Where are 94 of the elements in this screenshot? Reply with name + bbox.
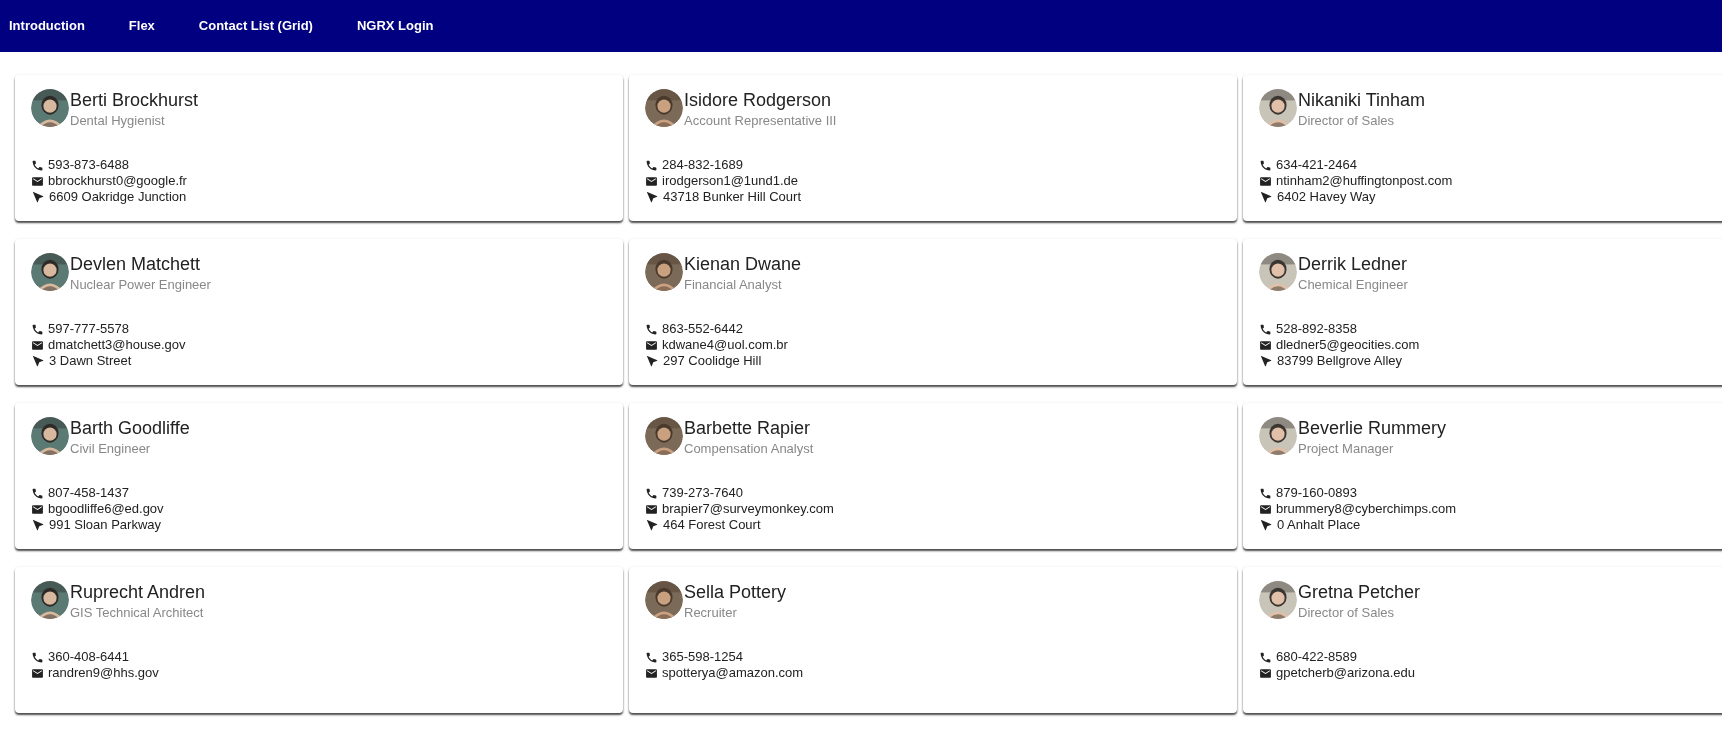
mail-icon	[645, 338, 658, 352]
phone-number: 284-832-1689	[662, 157, 743, 173]
email-address: gpetcherb@arizona.edu	[1276, 665, 1415, 681]
contact-name: Devlen Matchett	[70, 253, 202, 275]
job-title: Chemical Engineer	[1298, 276, 1408, 294]
contact-name: Ruprecht Andren	[70, 581, 206, 603]
contact-name: Beverlie Rummery	[1298, 417, 1447, 439]
arrow-icon	[31, 518, 45, 532]
contact-name: Kienan Dwane	[684, 253, 802, 275]
job-title: Compensation Analyst	[684, 440, 814, 458]
nav-link[interactable]: Introduction	[9, 16, 85, 36]
street-address: 6402 Havey Way	[1277, 189, 1376, 205]
mail-icon	[1259, 338, 1272, 352]
mail-icon	[1259, 502, 1272, 516]
job-title: Director of Sales	[1298, 112, 1396, 130]
mail-icon	[645, 666, 658, 680]
email-address: randren9@hhs.gov	[48, 665, 159, 681]
contact-name: Barth Goodliffe	[70, 417, 190, 439]
arrow-icon	[31, 354, 45, 368]
email-address: bbrockhurst0@google.fr	[48, 173, 187, 189]
street-address: 3 Dawn Street	[49, 353, 132, 369]
phone-icon	[1259, 486, 1272, 500]
email-address: dmatchett3@house.gov	[48, 337, 186, 353]
nav-link[interactable]: Flex	[128, 16, 155, 36]
phone-icon	[1259, 322, 1272, 336]
job-title: Director of Sales	[1298, 604, 1396, 622]
contact-name: Barbette Rapier	[684, 417, 812, 439]
phone-icon	[1259, 650, 1272, 664]
job-title: Financial Analyst	[684, 276, 783, 294]
street-address: 464 Forest Court	[663, 517, 761, 533]
email-address: spotterya@amazon.com	[662, 665, 804, 681]
job-title: Dental Hygienist	[70, 112, 166, 130]
email-address: brapier7@surveymonkey.com	[662, 501, 834, 517]
job-title: Recruiter	[684, 604, 738, 622]
nav-link[interactable]: Contact List (Grid)	[198, 16, 313, 36]
contact-name: Sella Pottery	[684, 581, 787, 603]
phone-icon	[31, 322, 44, 336]
email-address: irodgerson1@1und1.de	[662, 173, 799, 189]
job-title: GIS Technical Architect	[70, 604, 205, 622]
street-address: 83799 Bellgrove Alley	[1277, 353, 1403, 369]
job-title: Civil Engineer	[70, 440, 152, 458]
mail-icon	[1259, 666, 1272, 680]
mail-icon	[31, 666, 44, 680]
phone-icon	[31, 650, 44, 664]
mail-icon	[31, 338, 44, 352]
arrow-icon	[1259, 354, 1273, 368]
phone-number: 360-408-6441	[48, 649, 129, 665]
email-address: ntinham2@huffingtonpost.com	[1276, 173, 1453, 189]
mail-icon	[645, 174, 658, 188]
phone-number: 879-160-0893	[1276, 485, 1357, 501]
arrow-icon	[645, 354, 659, 368]
arrow-icon	[645, 518, 659, 532]
phone-number: 680-422-8589	[1276, 649, 1357, 665]
mail-icon	[31, 174, 44, 188]
phone-icon	[31, 158, 44, 172]
phone-number: 634-421-2464	[1276, 157, 1357, 173]
arrow-icon	[31, 190, 45, 204]
street-address: 0 Anhalt Place	[1277, 517, 1361, 533]
phone-icon	[645, 486, 658, 500]
phone-number: 365-598-1254	[662, 649, 743, 665]
phone-icon	[1259, 158, 1272, 172]
mail-icon	[645, 502, 658, 516]
job-title: Account Representative III	[684, 112, 837, 130]
phone-number: 528-892-8358	[1276, 321, 1357, 337]
email-address: dledner5@geocities.com	[1276, 337, 1420, 353]
phone-number: 863-552-6442	[662, 321, 743, 337]
phone-number: 597-777-5578	[48, 321, 129, 337]
contact-name: Derrik Ledner	[1298, 253, 1408, 275]
email-address: brummery8@cyberchimps.com	[1276, 501, 1457, 517]
job-title: Project Manager	[1298, 440, 1395, 458]
job-title: Nuclear Power Engineer	[70, 276, 211, 294]
arrow-icon	[645, 190, 659, 204]
phone-icon	[645, 322, 658, 336]
phone-icon	[31, 486, 44, 500]
contact-name: Berti Brockhurst	[70, 89, 199, 111]
contact-name: Nikaniki Tinham	[1298, 89, 1426, 111]
street-address: 297 Coolidge Hill	[663, 353, 762, 369]
nav-link[interactable]: NGRX Login	[356, 16, 434, 36]
street-address: 43718 Bunker Hill Court	[663, 189, 802, 205]
mail-icon	[1259, 174, 1272, 188]
phone-number: 593-873-6488	[48, 157, 129, 173]
phone-number: 807-458-1437	[48, 485, 129, 501]
phone-icon	[645, 158, 658, 172]
street-address: 991 Sloan Parkway	[49, 517, 161, 533]
contact-name: Isidore Rodgerson	[684, 89, 833, 111]
phone-icon	[645, 650, 658, 664]
phone-number: 739-273-7640	[662, 485, 743, 501]
arrow-icon	[1259, 190, 1273, 204]
street-address: 6609 Oakridge Junction	[49, 189, 187, 205]
email-address: kdwane4@uol.com.br	[662, 337, 788, 353]
arrow-icon	[1259, 518, 1273, 532]
email-address: bgoodliffe6@ed.gov	[48, 501, 164, 517]
contact-name: Gretna Petcher	[1298, 581, 1421, 603]
mail-icon	[31, 502, 44, 516]
